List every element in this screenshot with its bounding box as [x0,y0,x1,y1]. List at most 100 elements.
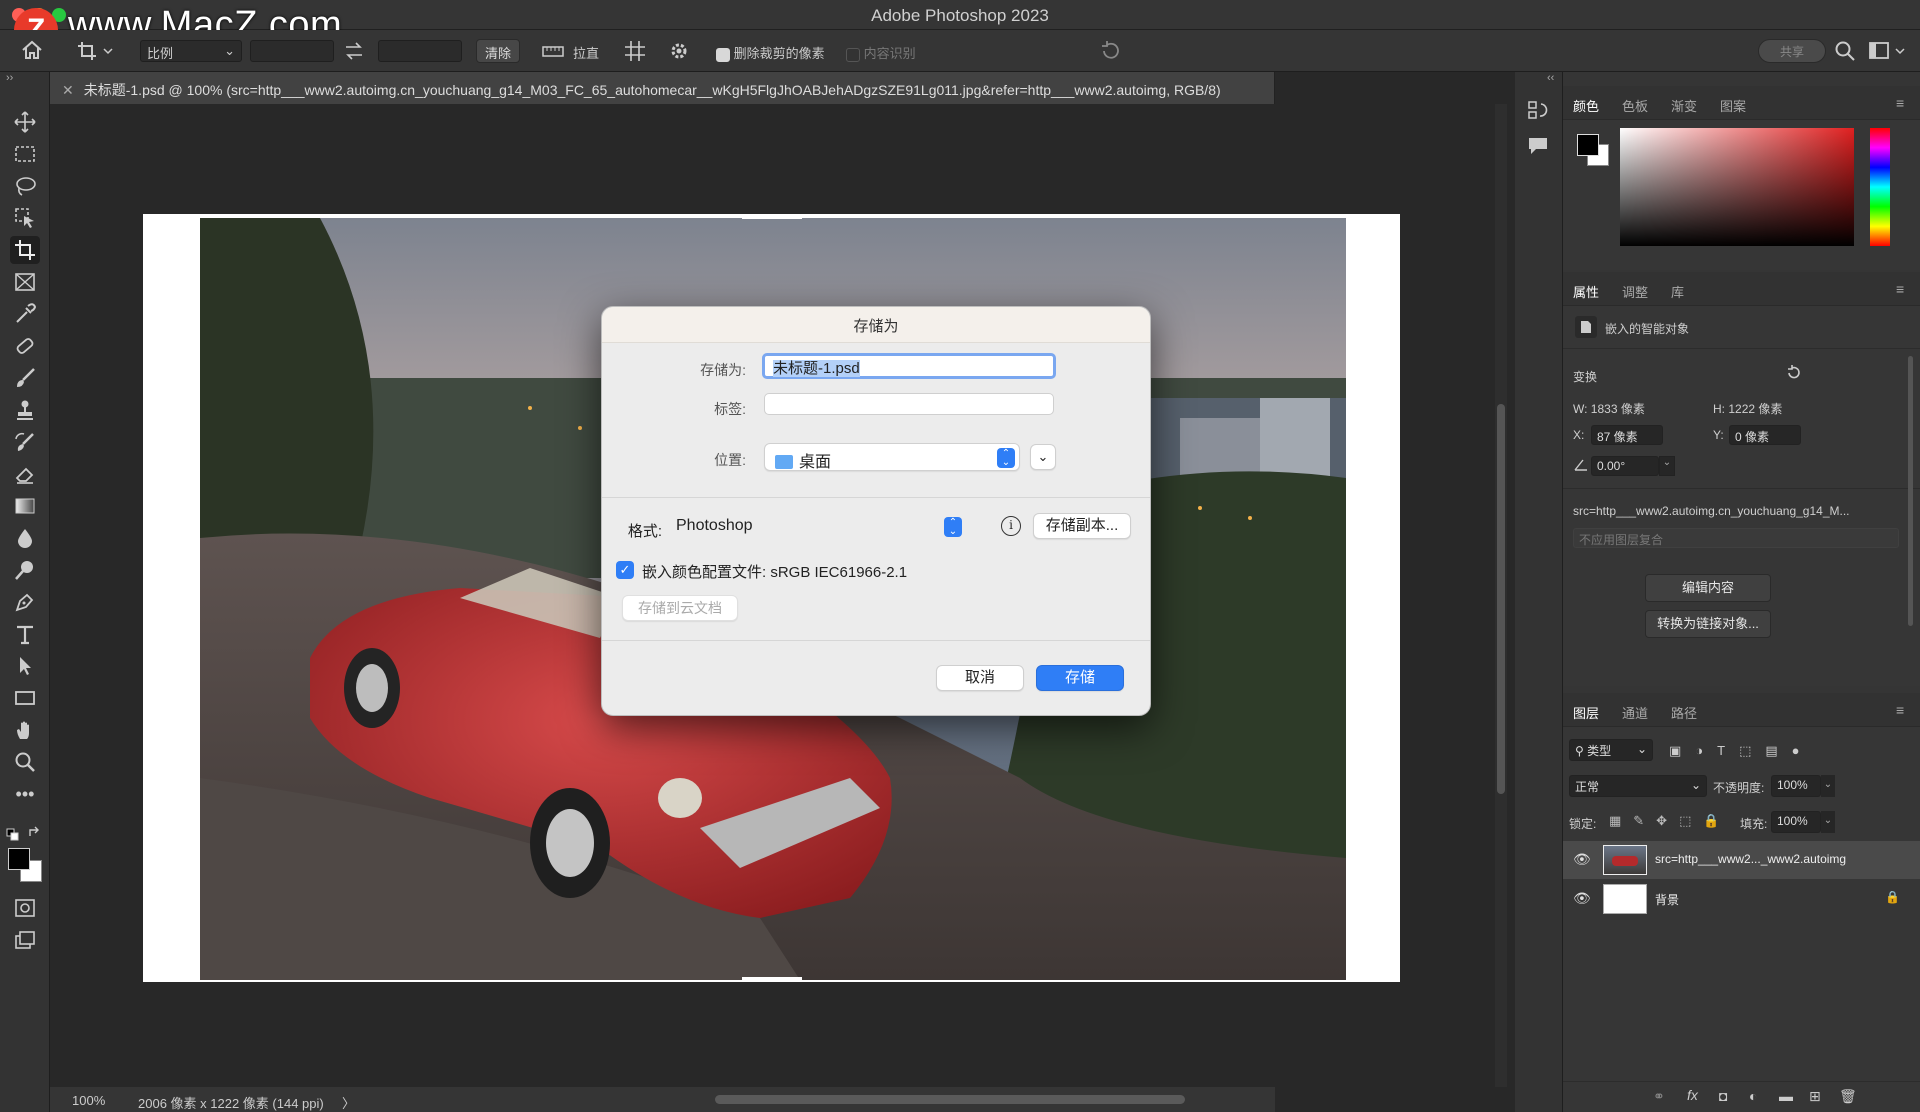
opacity-input[interactable]: 100% [1771,775,1821,797]
filename-input[interactable]: 未标题-1.psd [762,353,1056,379]
tab-properties[interactable]: 属性 [1573,282,1599,301]
share-button[interactable]: 共享 [1758,39,1826,63]
tab-paths[interactable]: 路径 [1671,703,1697,722]
adjustment-layer-icon[interactable]: ◐ [1749,1088,1757,1104]
tab-patterns[interactable]: 图案 [1720,96,1746,115]
color-foreground-swatch[interactable] [1577,134,1599,156]
eyedropper-tool-icon[interactable] [10,300,40,328]
comments-panel-icon[interactable] [1527,136,1549,156]
history-panel-icon[interactable] [1527,100,1549,122]
crop-handle-top-right[interactable] [1376,214,1400,238]
content-aware-checkbox[interactable]: 内容识别 [846,43,916,62]
save-button[interactable]: 存储 [1036,665,1124,691]
blur-tool-icon[interactable] [10,524,40,552]
embed-profile-checkbox[interactable]: ✓ [616,561,634,579]
expand-panel-icon[interactable]: ›› [6,72,13,84]
quick-mask-icon[interactable] [10,894,40,922]
reset-transform-icon[interactable] [1785,364,1803,382]
ratio-select[interactable]: 比例 ⌄ [140,40,242,62]
crop-handle-bottom-right[interactable] [1376,958,1400,982]
crop-handle-right[interactable] [1395,570,1400,630]
lasso-tool-icon[interactable] [10,172,40,200]
document-tab[interactable]: ✕ 未标题-1.psd @ 100% (src=http___www2.autoi… [50,72,1275,104]
new-group-icon[interactable]: ▬ [1779,1088,1793,1104]
delete-cropped-checkbox[interactable]: 删除裁剪的像素 [716,43,825,62]
clear-button[interactable]: 清除 [476,39,521,63]
frame-tool-icon[interactable] [10,268,40,296]
hue-slider[interactable] [1870,128,1890,246]
layer-name[interactable]: src=http___www2..._www2.autoimg [1655,852,1846,866]
crop-tool-preset-icon[interactable] [76,40,116,62]
crop-handle-left[interactable] [143,570,148,630]
vertical-scrollbar-track[interactable] [1495,104,1507,1087]
eye-icon[interactable]: 👁 [1573,851,1591,868]
panel-menu-icon[interactable]: ≡ [1896,281,1910,297]
layer-filter-select[interactable]: ⚲ 类型 ⌄ [1569,739,1653,761]
h-value[interactable]: 1222 像素 [1728,402,1782,416]
link-layers-icon[interactable]: ⚭ [1653,1088,1665,1105]
edit-contents-button[interactable]: 编辑内容 [1645,574,1771,602]
layer-row[interactable]: 👁 src=http___www2..._www2.autoimg [1563,841,1920,879]
layer-comp-select[interactable]: 不应用图层复合 [1573,528,1899,548]
tab-color[interactable]: 颜色 [1573,96,1599,115]
marquee-tool-icon[interactable] [10,140,40,168]
format-select[interactable]: Photoshop ⌃ ⌄ [666,513,966,541]
path-selection-tool-icon[interactable] [10,652,40,680]
fill-input[interactable]: 100% [1771,811,1821,833]
layer-row[interactable]: 👁 背景 🔒 [1563,880,1920,918]
pen-tool-icon[interactable] [10,588,40,616]
grid-overlay-icon[interactable] [624,40,646,62]
properties-scrollbar[interactable] [1908,356,1913,626]
default-colors-icon[interactable] [6,828,20,842]
tab-channels[interactable]: 通道 [1622,703,1648,722]
zoom-level[interactable]: 100% [72,1093,105,1108]
move-tool-icon[interactable] [10,108,40,136]
crop-handle-bottom[interactable] [742,977,802,982]
vertical-scrollbar-thumb[interactable] [1497,404,1505,794]
cancel-button[interactable]: 取消 [936,665,1024,691]
gradient-tool-icon[interactable] [10,492,40,520]
color-picker-field[interactable] [1620,128,1854,246]
x-input[interactable]: 87 像素 [1591,425,1663,445]
collapse-dock-icon[interactable]: ‹‹ [1547,72,1554,84]
crop-handle-top[interactable] [742,214,802,219]
panel-menu-icon[interactable]: ≡ [1896,702,1910,718]
more-tools-icon[interactable]: ••• [10,780,40,808]
width-input[interactable] [250,40,334,62]
location-select[interactable]: 桌面 ⌃ ⌄ [764,443,1020,471]
search-icon[interactable] [1834,40,1856,62]
height-input[interactable] [378,40,462,62]
tab-gradients[interactable]: 渐变 [1671,96,1697,115]
hand-tool-icon[interactable] [10,716,40,744]
chevron-down-icon[interactable]: ⌄ [1821,811,1835,833]
panel-menu-icon[interactable]: ≡ [1896,95,1910,111]
save-to-cloud-button[interactable]: 存储到云文档 [622,595,738,621]
eye-icon[interactable]: 👁 [1573,890,1591,907]
trash-icon[interactable]: 🗑 [1839,1088,1857,1105]
tab-swatches[interactable]: 色板 [1622,96,1648,115]
tags-input[interactable] [764,393,1054,415]
reset-icon[interactable] [1098,39,1122,61]
layer-filter-icons[interactable]: ▣◑T⬚▤● [1669,743,1814,759]
status-bar-arrow[interactable]: 〉 [342,1093,355,1112]
type-tool-icon[interactable] [10,620,40,648]
chevron-down-icon[interactable]: ⌄ [1821,775,1835,797]
crop-handle-top-left[interactable] [143,214,167,238]
swap-icon[interactable] [344,42,364,60]
fx-icon[interactable]: fx [1687,1087,1698,1103]
foreground-color-swatch[interactable] [8,848,30,870]
eraser-tool-icon[interactable] [10,460,40,488]
expand-dialog-button[interactable]: ⌄ [1030,444,1056,470]
crop-tool-icon[interactable] [10,236,40,264]
healing-brush-tool-icon[interactable] [10,332,40,360]
save-copy-button[interactable]: 存储副本... [1033,513,1131,539]
info-icon[interactable]: i [1001,516,1021,536]
straighten-label[interactable]: 拉直 [573,43,599,62]
clone-stamp-tool-icon[interactable] [10,396,40,424]
gear-icon[interactable] [668,40,690,62]
close-tab-icon[interactable]: ✕ [62,82,74,98]
new-layer-icon[interactable]: ⊞ [1809,1088,1821,1105]
blend-mode-select[interactable]: 正常 ⌄ [1569,775,1707,797]
convert-linked-button[interactable]: 转换为链接对象... [1645,610,1771,638]
tab-adjustments[interactable]: 调整 [1622,282,1648,301]
